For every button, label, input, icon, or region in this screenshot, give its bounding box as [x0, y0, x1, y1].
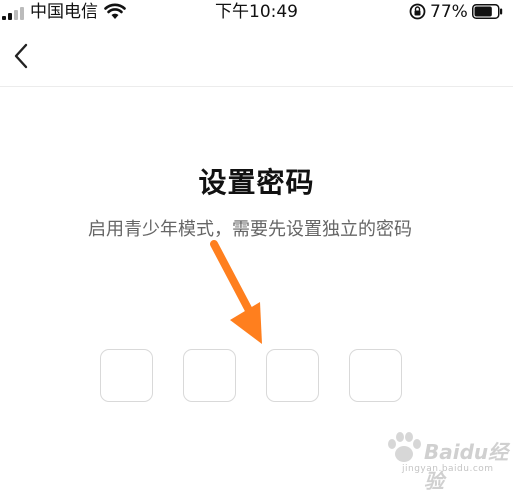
page-title: 设置密码 [198, 166, 315, 199]
status-bar: 中国电信 下午10:49 77% [0, 0, 513, 26]
pointer-arrow [210, 240, 262, 344]
rotation-lock-icon [409, 3, 426, 20]
watermark: Baidu经验 jingyan.baidu.com [382, 428, 510, 493]
nav-bar [0, 26, 513, 87]
pin-digit-1[interactable] [100, 349, 153, 402]
pin-digit-2[interactable] [183, 349, 236, 402]
watermark-url: jingyan.baidu.com [402, 464, 494, 474]
battery-icon [472, 4, 503, 19]
paw-logo-icon [388, 432, 421, 462]
pin-digit-3[interactable] [266, 349, 319, 402]
battery-percent: 77% [430, 2, 468, 22]
back-chevron-icon[interactable] [8, 40, 36, 72]
pin-digit-4[interactable] [349, 349, 402, 402]
